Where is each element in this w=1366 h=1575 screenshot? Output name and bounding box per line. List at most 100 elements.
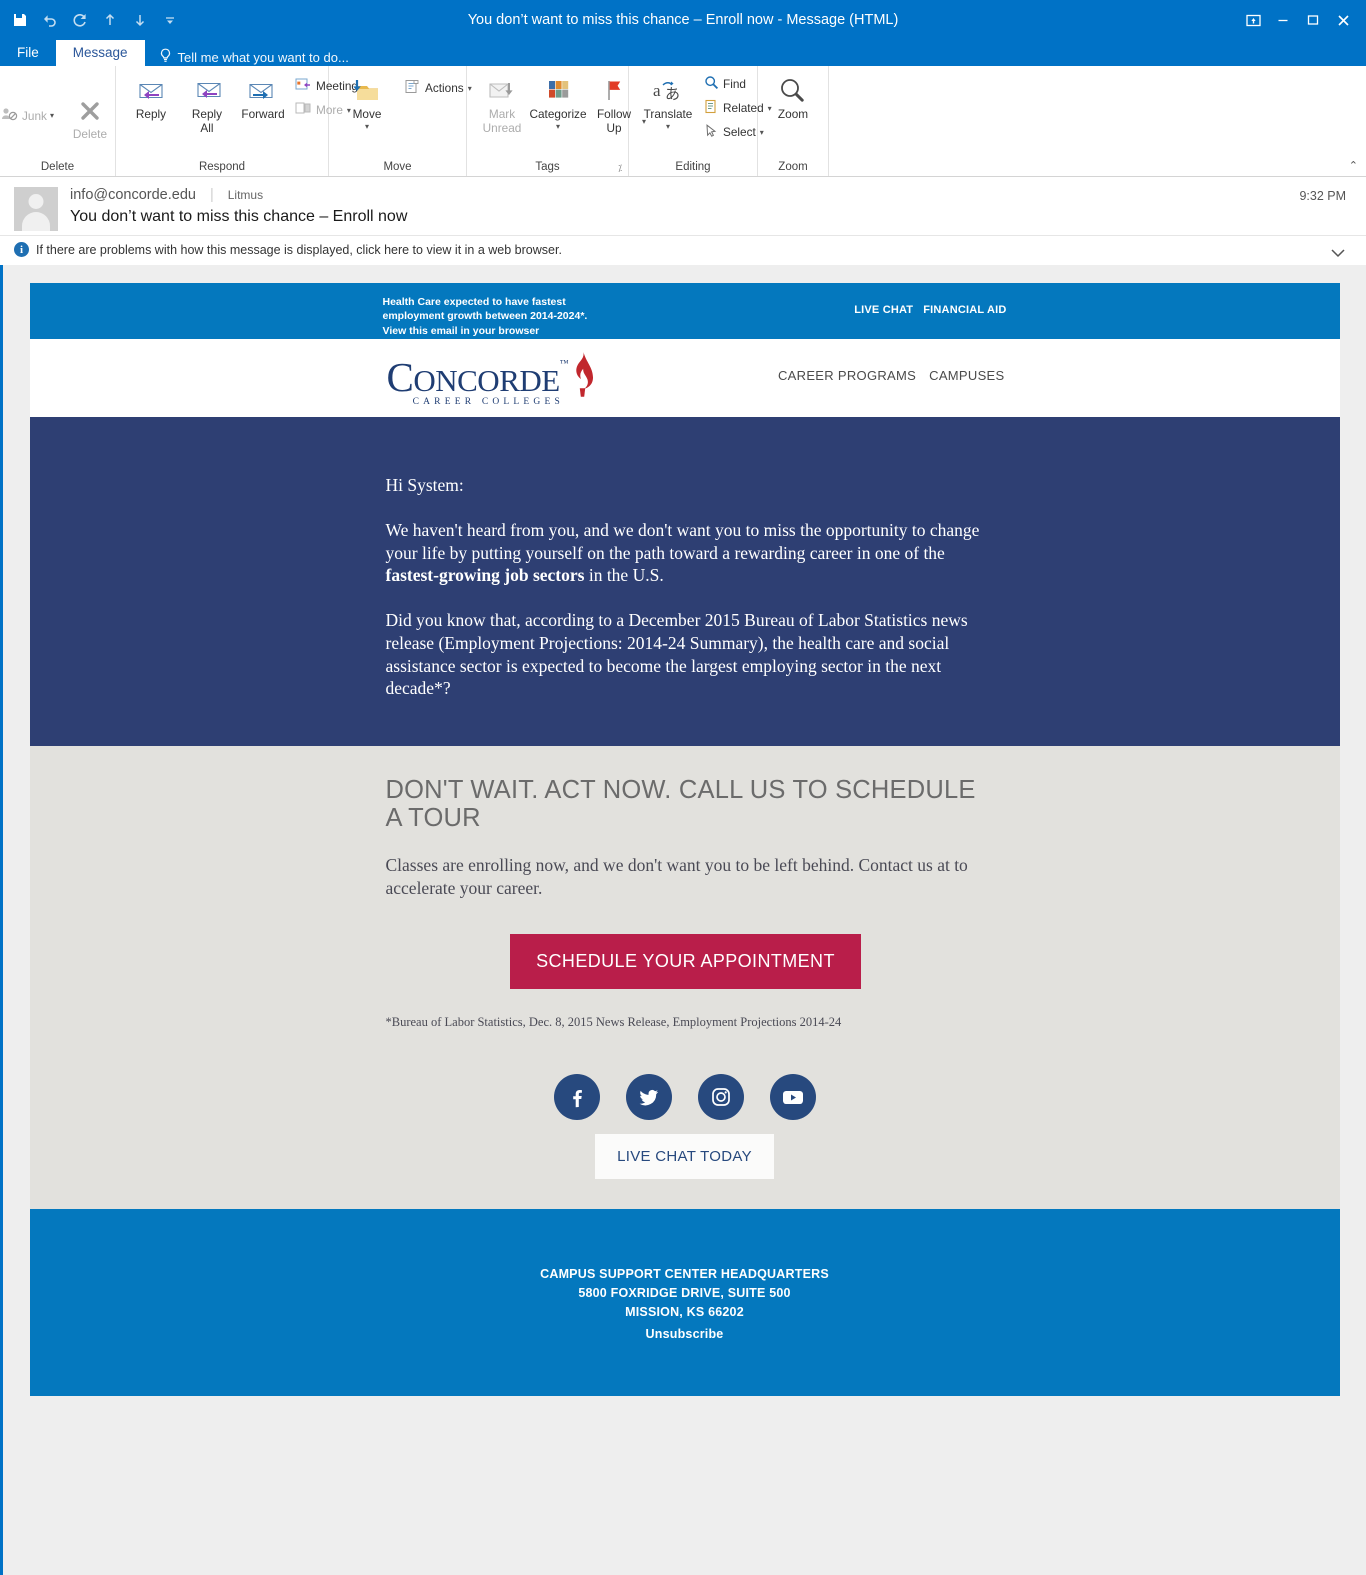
email-preheader-banner: Health Care expected to have fastest emp… <box>29 283 1340 339</box>
nav-career-programs[interactable]: CAREER PROGRAMS <box>778 368 916 383</box>
youtube-icon[interactable] <box>769 1073 816 1120</box>
more-icon <box>295 101 312 119</box>
avatar-head <box>28 194 44 209</box>
ribbon-tab-strip: File Message Tell me what you want to do… <box>0 40 1366 66</box>
reply-all-label: Reply All <box>191 107 223 135</box>
reply-button[interactable]: Reply <box>123 70 179 122</box>
move-label: Move <box>352 107 382 121</box>
window-title-bar: You don’t want to miss this chance – Enr… <box>0 0 1366 40</box>
svg-text:a: a <box>653 81 661 100</box>
email-footer: CAMPUS SUPPORT CENTER HEADQUARTERS 5800 … <box>29 1208 1340 1397</box>
ribbon-group-tags: Mark Unread Categorize ▾ Follow Up ▾ Tag… <box>467 66 646 176</box>
unsubscribe-link[interactable]: Unsubscribe <box>646 1325 724 1344</box>
message-subject: You don’t want to miss this chance – Enr… <box>70 208 408 225</box>
mark-unread-icon <box>487 74 517 108</box>
chevron-down-icon[interactable]: ▾ <box>666 122 670 131</box>
chevron-down-icon[interactable]: ▾ <box>365 122 369 131</box>
delete-button[interactable]: Delete <box>62 90 118 142</box>
window-title: You don’t want to miss this chance – Enr… <box>467 12 899 28</box>
footer-line-2: 5800 FOXRIDGE DRIVE, SUITE 500 <box>578 1285 791 1300</box>
translate-button[interactable]: aあ Translate ▾ <box>636 70 700 131</box>
categorize-button[interactable]: Categorize ▾ <box>529 70 587 131</box>
quick-access-toolbar <box>0 6 184 34</box>
logo-main-text: CONCORDE™ <box>387 357 569 398</box>
nav-campuses[interactable]: CAMPUSES <box>929 368 1004 383</box>
facebook-icon[interactable] <box>553 1073 600 1120</box>
avatar-body <box>22 212 50 231</box>
ribbon-group-label-zoom: Zoom <box>778 161 808 173</box>
live-chat-today-button[interactable]: LIVE CHAT TODAY <box>595 1133 774 1179</box>
reading-pane: Health Care expected to have fastest emp… <box>0 265 1366 1575</box>
flag-icon <box>601 74 627 108</box>
expand-header-chevron-icon[interactable] <box>1330 246 1346 261</box>
tags-label-text: Tags <box>535 161 560 173</box>
actions-button[interactable]: Actions ▾ <box>400 76 476 100</box>
lightbulb-icon <box>159 48 172 66</box>
twitter-icon[interactable] <box>625 1073 672 1120</box>
cursor-icon <box>704 123 719 141</box>
email-paragraph-1c: in the U.S. <box>584 565 664 586</box>
concorde-logo[interactable]: CONCORDE™ CAREER COLLEGES <box>387 350 596 407</box>
minimize-icon[interactable] <box>1268 5 1298 35</box>
tab-message[interactable]: Message <box>55 40 145 66</box>
info-bar-container: i If there are problems with how this me… <box>0 236 1366 265</box>
logo-wordmark: CONCORDE™ CAREER COLLEGES <box>387 357 569 408</box>
ribbon-group-respond: Reply Reply All Forward Meeting More ▾ R… <box>116 66 358 176</box>
close-icon[interactable] <box>1328 5 1358 35</box>
zoom-button[interactable]: Zoom <box>765 70 821 122</box>
info-bar[interactable]: i If there are problems with how this me… <box>0 236 1366 265</box>
junk-button[interactable]: Junk ▾ <box>0 103 58 128</box>
reply-all-button[interactable]: Reply All <box>179 70 235 135</box>
meeting-icon <box>295 77 312 95</box>
schedule-appointment-button[interactable]: SCHEDULE YOUR APPOINTMENT <box>510 933 861 989</box>
email-body-section: Hi System: We haven't heard from you, an… <box>29 417 1340 746</box>
categorize-label: Categorize <box>529 107 587 121</box>
collapse-ribbon-icon[interactable]: ⌃ <box>1349 159 1358 172</box>
chevron-down-icon[interactable]: ▾ <box>50 111 54 120</box>
instagram-icon[interactable] <box>697 1073 744 1120</box>
email-banner-links: LIVE CHAT FINANCIAL AID <box>854 304 1006 316</box>
customize-quick-access-toolbar-icon[interactable] <box>156 6 184 34</box>
next-item-icon[interactable] <box>126 6 154 34</box>
delete-label: Delete <box>72 126 108 141</box>
forward-button[interactable]: Forward <box>235 70 291 122</box>
redo-icon[interactable] <box>66 6 94 34</box>
live-chat-link[interactable]: LIVE CHAT <box>854 304 913 316</box>
tags-dialog-launcher-icon[interactable]: ⁒ <box>618 163 622 174</box>
logo-rest: ONCORDE <box>413 363 560 398</box>
cta-heading: DON'T WAIT. ACT NOW. CALL US TO SCHEDULE… <box>385 776 976 833</box>
related-icon <box>704 99 719 117</box>
categorize-icon <box>543 74 573 108</box>
mark-unread-button[interactable]: Mark Unread <box>474 70 530 135</box>
tab-file[interactable]: File <box>0 40 56 66</box>
touch-mode-icon[interactable] <box>1238 5 1268 35</box>
save-icon[interactable] <box>6 6 34 34</box>
find-label: Find <box>723 77 746 91</box>
email-preheader-text[interactable]: Health Care expected to have fastest emp… <box>383 295 613 338</box>
move-button[interactable]: Move ▾ <box>336 70 398 131</box>
footer-line-1: CAMPUS SUPPORT CENTER HEADQUARTERS <box>540 1266 829 1281</box>
window-controls <box>1238 5 1366 35</box>
tell-me-search[interactable]: Tell me what you want to do... <box>145 48 349 66</box>
forward-icon <box>247 74 279 108</box>
junk-icon <box>1 106 19 125</box>
email-content: Health Care expected to have fastest emp… <box>29 283 1340 1397</box>
search-icon <box>704 75 719 93</box>
ribbon-group-label-tags: Tags ⁒ <box>467 161 628 176</box>
footer-line-3: MISSION, KS 66202 <box>625 1305 744 1320</box>
previous-item-icon[interactable] <box>96 6 124 34</box>
email-paragraph-1: We haven't heard from you, and we don't … <box>386 519 982 587</box>
email-paragraph-1a: We haven't heard from you, and we don't … <box>385 519 980 563</box>
info-bar-text: If there are problems with how this mess… <box>36 242 562 257</box>
chevron-down-icon[interactable]: ▾ <box>556 122 560 131</box>
maximize-icon[interactable] <box>1298 5 1328 35</box>
info-icon: i <box>14 242 29 257</box>
email-nav: CAREER PROGRAMS CAMPUSES <box>778 368 1005 383</box>
mark-unread-label: Mark Unread <box>482 107 522 135</box>
ribbon-group-label-move: Move <box>383 161 412 173</box>
junk-label: Junk <box>22 108 47 123</box>
ribbon-group-editing: aあ Translate ▾ Find Related ▾ Select ▾ E… <box>629 66 772 176</box>
undo-icon[interactable] <box>36 6 64 34</box>
sender-address[interactable]: info@concorde.edu <box>70 187 196 203</box>
financial-aid-link[interactable]: FINANCIAL AID <box>923 304 1006 316</box>
